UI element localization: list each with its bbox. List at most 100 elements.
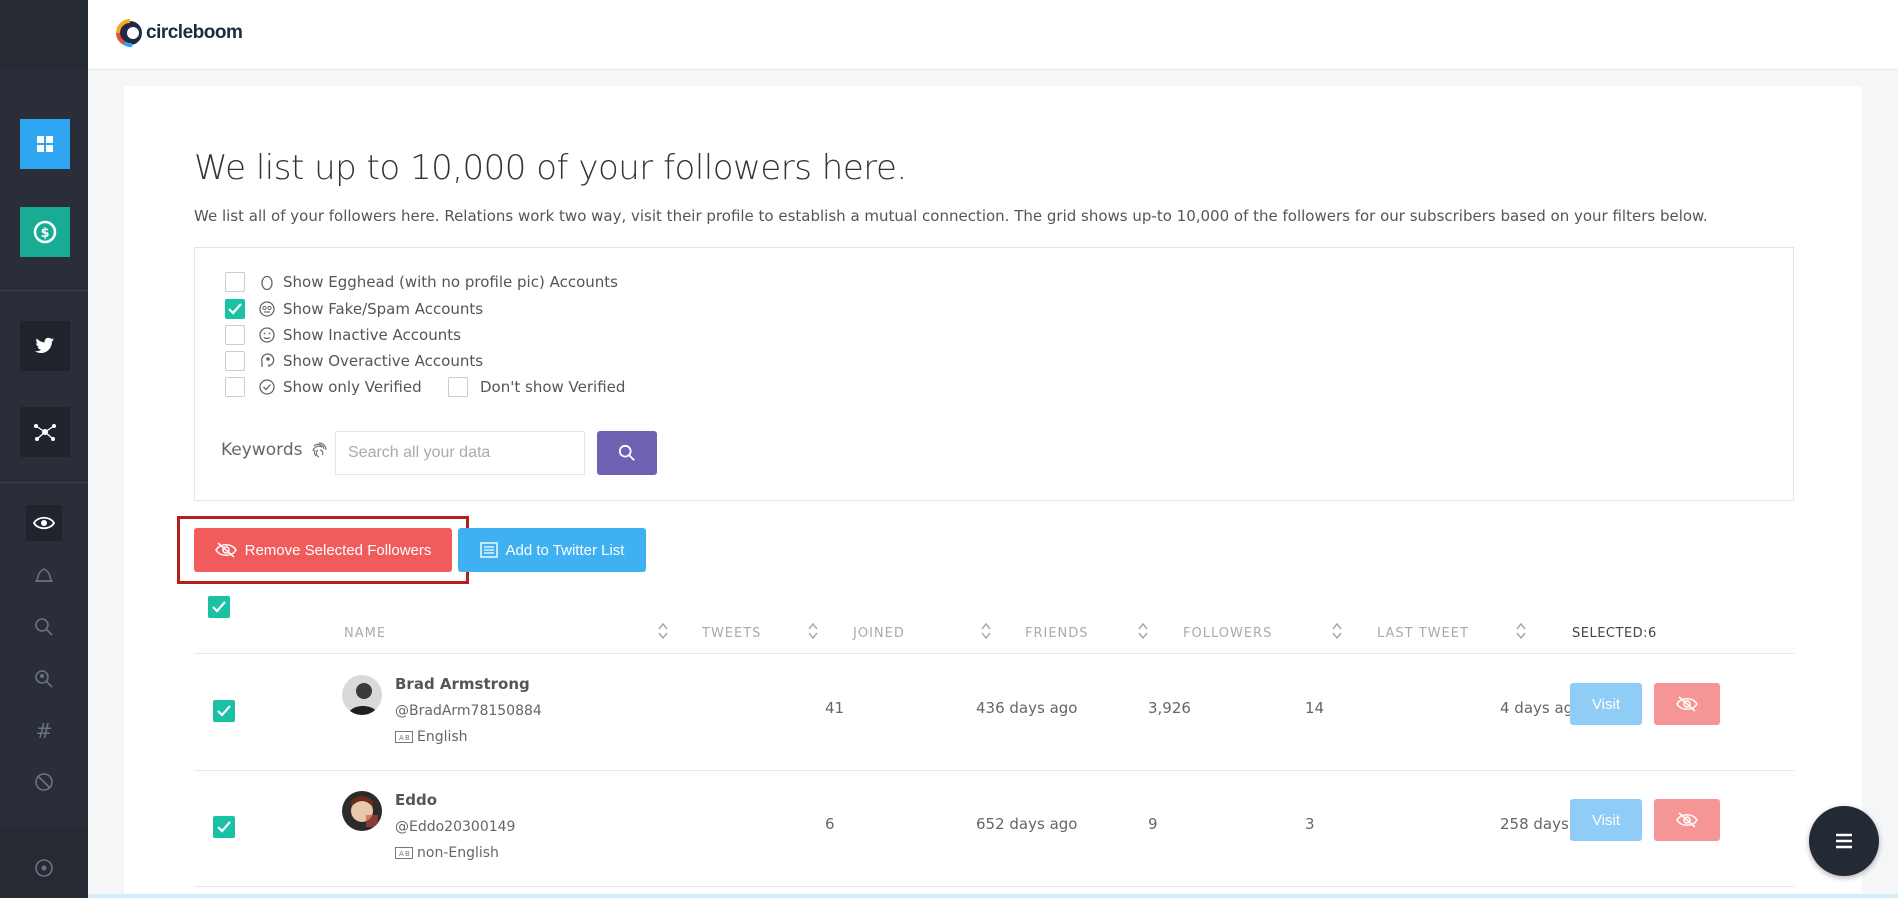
fingerprint-icon [312,442,328,458]
keywords-label: Keywords [221,440,328,460]
user-language-text: non-English [417,845,499,861]
visit-button[interactable]: Visit [1570,683,1642,725]
sidebar-item-subscription[interactable]: $ [20,207,70,257]
hashtag-icon: # [35,719,53,743]
sidebar-item-settings[interactable] [26,850,62,886]
sort-icon[interactable] [1332,622,1342,640]
filter-only-verified-label: Show only Verified [283,378,422,396]
remove-selected-followers-button[interactable]: Remove Selected Followers [194,528,452,572]
row-checkbox[interactable] [213,816,235,838]
sidebar-item-bell[interactable] [26,557,62,593]
fake-face-icon [259,301,275,317]
remove-follower-button[interactable] [1654,683,1720,725]
sidebar-top [0,0,88,70]
sort-icon[interactable] [981,622,991,640]
search-button[interactable] [597,431,657,475]
table-row: Brad Armstrong @BradArm78150884 AB Engli… [194,655,1794,771]
sidebar-item-block[interactable] [26,764,62,800]
filter-fake-spam-checkbox[interactable] [225,299,245,319]
sidebar-item-find-user[interactable] [26,661,62,697]
column-joined[interactable]: JOINED [853,626,905,641]
column-name[interactable]: NAME [344,626,386,641]
svg-text:A: A [399,734,404,742]
eye-slash-icon [1676,696,1698,712]
filter-dont-show-verified-checkbox[interactable] [448,377,468,397]
add-to-twitter-list-button[interactable]: Add to Twitter List [458,528,646,572]
eye-icon [33,516,55,530]
avatar[interactable] [342,791,382,831]
selected-count: SELECTED:6 [1572,626,1657,641]
language-icon: AB [395,847,413,859]
remove-follower-button[interactable] [1654,799,1720,841]
user-language-text: English [417,729,468,745]
filter-overactive-label: Show Overactive Accounts [283,352,484,370]
svg-text:B: B [405,850,410,858]
twitter-icon [35,337,55,353]
avatar[interactable] [342,675,382,715]
sidebar-item-twitter[interactable] [20,321,70,371]
dollar-icon: $ [33,220,57,244]
hamburger-menu-icon [1836,833,1852,849]
joined-value: 436 days ago [976,699,1078,717]
add-to-twitter-list-label: Add to Twitter List [505,541,625,559]
circleboom-logo-icon [116,19,142,48]
sort-icon[interactable] [808,622,818,640]
svg-text:B: B [405,734,410,742]
tweets-count: 41 [825,699,845,717]
sidebar-item-network[interactable] [20,407,70,457]
menu-fab-button[interactable] [1809,806,1879,876]
sort-icon[interactable] [658,622,668,640]
column-tweets[interactable]: TWEETS [702,626,761,641]
filter-fake-spam[interactable]: Show Fake/Spam Accounts [225,299,483,319]
remove-selected-followers-label: Remove Selected Followers [244,541,432,559]
search-user-icon [35,670,53,688]
select-all-checkbox[interactable] [208,596,230,618]
filter-panel: Show Egghead (with no profile pic) Accou… [194,247,1794,501]
filter-egghead-checkbox[interactable] [225,272,245,292]
sort-icon[interactable] [1516,622,1526,640]
egg-icon [259,274,275,290]
column-friends[interactable]: FRIENDS [1025,626,1089,641]
filter-egghead[interactable]: Show Egghead (with no profile pic) Accou… [225,272,618,292]
user-language: AB English [395,729,468,745]
sidebar-item-search[interactable] [26,609,62,645]
bell-icon [35,568,53,582]
followers-count: 14 [1305,699,1325,717]
user-name[interactable]: Brad Armstrong [395,675,530,693]
verified-icon [259,379,275,395]
list-icon [479,542,498,558]
sidebar-item-hashtag[interactable]: # [26,713,62,749]
filter-inactive[interactable]: Show Inactive Accounts [225,325,461,345]
filter-inactive-label: Show Inactive Accounts [283,326,461,344]
top-header: circleboom [88,0,1898,70]
column-last-tweet[interactable]: LAST TWEET [1377,626,1469,641]
sort-icon[interactable] [1138,622,1148,640]
filter-overactive[interactable]: Show Overactive Accounts [225,351,483,371]
page-title: We list up to 10,000 of your followers h… [194,148,907,188]
keywords-label-text: Keywords [221,440,303,460]
sleepy-face-icon [259,327,275,343]
friends-count: 9 [1148,815,1158,833]
search-icon [618,444,635,461]
filter-overactive-checkbox[interactable] [225,351,245,371]
svg-text:$: $ [40,226,49,241]
column-followers[interactable]: FOLLOWERS [1183,626,1272,641]
filter-inactive-checkbox[interactable] [225,325,245,345]
search-icon [35,618,53,636]
bottom-scroll-indicator [88,894,1898,898]
eye-slash-icon [214,542,237,558]
user-name[interactable]: Eddo [395,791,437,809]
app-logo[interactable]: circleboom [116,18,243,48]
eye-slash-icon [1676,812,1698,828]
filter-only-verified[interactable]: Show only Verified [225,377,422,397]
circle-icon [35,859,53,877]
row-checkbox[interactable] [213,700,235,722]
language-icon: AB [395,731,413,743]
sidebar-item-dashboard[interactable] [20,119,70,169]
filter-only-verified-checkbox[interactable] [225,377,245,397]
sidebar-item-eye[interactable] [26,505,62,541]
keyword-search-input[interactable] [335,431,585,475]
visit-button[interactable]: Visit [1570,799,1642,841]
filter-dont-show-verified[interactable]: Don't show Verified [448,377,625,397]
followers-count: 3 [1305,815,1315,833]
